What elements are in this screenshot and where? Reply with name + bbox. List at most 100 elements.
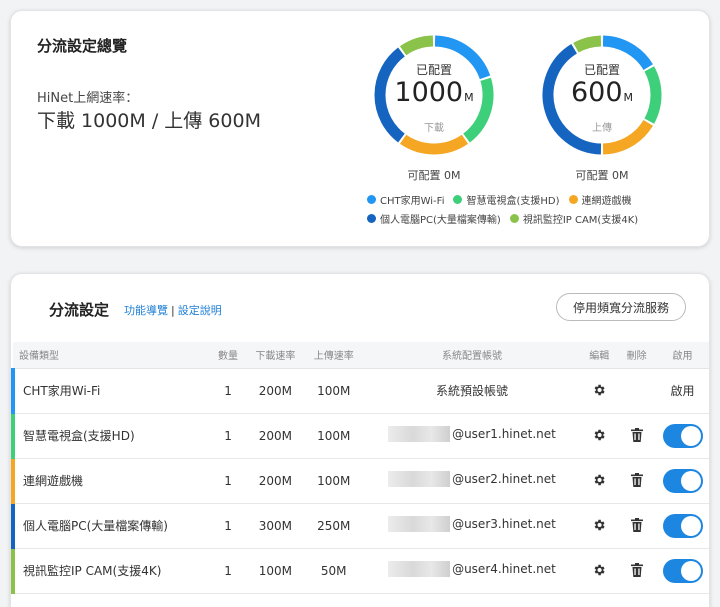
upload-allocated-value: 600M [542, 77, 662, 108]
account-domain: @user4.hinet.net [452, 562, 556, 576]
gear-icon[interactable] [590, 471, 608, 489]
settings-title: 分流設定 [49, 301, 110, 319]
legend-dot [568, 195, 578, 204]
device-type-cell: 智慧電視盒(支援HD) [11, 413, 209, 459]
trash-icon[interactable] [628, 471, 646, 489]
download-rate-cell: 300M [247, 503, 303, 549]
donut-slice [399, 35, 434, 56]
enable-cell [654, 458, 709, 504]
enable-toggle[interactable] [662, 423, 703, 448]
upload-allocated-label: 已配置 [583, 63, 620, 77]
enable-toggle[interactable] [662, 558, 703, 583]
gear-icon[interactable] [590, 426, 608, 444]
trash-icon[interactable] [628, 516, 646, 534]
delete-cell [619, 413, 655, 459]
table-row: 個人電腦PC(大量檔案傳輸) 1 300M 250M @user3.hinet.net [11, 503, 709, 549]
masked-username [388, 426, 451, 442]
edit-cell [579, 548, 620, 594]
delete-cell [619, 548, 655, 594]
quantity-cell: 1 [208, 413, 248, 459]
account-value: @user4.hinet.net [388, 561, 556, 577]
link-separator: | [171, 304, 175, 317]
enable-cell [654, 503, 709, 549]
masked-username [388, 561, 451, 577]
download-value-unit: M [464, 91, 474, 104]
account-cell: @user3.hinet.net [364, 503, 580, 549]
enable-cell: 啟用 [654, 368, 709, 414]
legend-dot [453, 195, 463, 204]
trash-icon[interactable] [628, 426, 646, 444]
overview-title: 分流設定總覽 [37, 37, 128, 55]
upload-rate-cell: 50M [302, 548, 365, 594]
account-domain: @user2.hinet.net [452, 472, 556, 486]
chart-legend: CHT家用Wi-Fi 智慧電視盒(支援HD) 連網遊戲機 個人電腦PC(大量檔案… [367, 192, 707, 230]
rate-label: HiNet上網速率： [37, 91, 139, 106]
settings-help-link[interactable]: 設定說明 [178, 304, 222, 317]
legend-dot [509, 214, 519, 223]
enable-toggle[interactable] [662, 468, 703, 493]
download-value-number: 1000 [394, 77, 464, 108]
download-available: 可配置 0M [407, 169, 461, 182]
upload-rate-cell: 100M [302, 458, 365, 504]
download-allocated-value: 1000M [374, 77, 494, 108]
legend-label: 連網遊戲機 [581, 196, 632, 207]
device-table: 設備類型 數量 下載速率 上傳速率 系統配置帳號 編輯 刪除 啟用 CHT家用W… [11, 342, 709, 594]
device-type-cell: 視訊監控IP CAM(支援4K) [11, 548, 209, 594]
account-value: 系統預設帳號 [435, 384, 508, 398]
rate-value: 下載 1000M / 上傳 600M [37, 110, 261, 132]
header-account: 系統配置帳號 [364, 342, 580, 369]
gear-icon[interactable] [590, 381, 608, 399]
quantity-cell: 1 [208, 368, 248, 414]
legend-dot [367, 214, 376, 223]
legend-label: 個人電腦PC(大量檔案傳輸) [380, 215, 501, 226]
edit-cell [579, 458, 620, 504]
header-quantity: 數量 [208, 342, 248, 369]
edit-cell [579, 503, 620, 549]
table-header-row: 設備類型 數量 下載速率 上傳速率 系統配置帳號 編輯 刪除 啟用 [13, 342, 709, 369]
feature-guide-link[interactable]: 功能導覽 [124, 304, 168, 317]
header-device-type: 設備類型 [13, 342, 209, 369]
quantity-cell: 1 [208, 458, 248, 504]
upload-rate-cell: 100M [302, 413, 365, 459]
settings-links: 功能導覽 | 設定說明 [124, 302, 222, 318]
enable-cell [654, 548, 709, 594]
stop-service-button[interactable]: 停用頻寬分流服務 [556, 293, 686, 321]
download-rate-cell: 100M [247, 548, 303, 594]
delete-cell [619, 503, 655, 549]
legend-dot [367, 195, 376, 204]
delete-cell [619, 458, 655, 504]
table-row: 視訊監控IP CAM(支援4K) 1 100M 50M @user4.hinet.net [11, 548, 709, 594]
trash-icon[interactable] [628, 561, 646, 579]
settings-card: 分流設定 功能導覽 | 設定說明 停用頻寬分流服務 設備類型 數量 下載速率 上傳速… [10, 273, 710, 607]
header-upload-rate: 上傳速率 [302, 342, 365, 369]
overview-card: 分流設定總覽 HiNet上網速率： 下載 1000M / 上傳 600M 已配置… [10, 10, 710, 247]
account-cell: 系統預設帳號 [364, 368, 580, 414]
download-rate-cell: 200M [247, 368, 303, 414]
enable-cell [654, 413, 709, 459]
table-row: 智慧電視盒(支援HD) 1 200M 100M @user1.hinet.net [11, 413, 709, 459]
edit-cell [579, 413, 620, 459]
legend-item: 連網遊戲機 [568, 192, 632, 207]
gear-icon[interactable] [590, 561, 608, 579]
upload-rate-cell: 250M [302, 503, 365, 549]
upload-value-unit: M [623, 91, 634, 104]
upload-rate-cell: 100M [302, 368, 365, 414]
device-type-cell: 個人電腦PC(大量檔案傳輸) [11, 503, 209, 549]
account-cell: @user1.hinet.net [364, 413, 580, 459]
delete-cell [619, 368, 655, 414]
header-download-rate: 下載速率 [247, 342, 303, 369]
download-rate-cell: 200M [247, 458, 303, 504]
upload-value-number: 600 [570, 77, 623, 108]
download-allocated-label: 已配置 [415, 63, 452, 77]
account-value: @user1.hinet.net [388, 426, 556, 442]
donut-slice [399, 134, 469, 155]
account-domain: @user3.hinet.net [452, 517, 556, 531]
header-edit: 編輯 [579, 342, 620, 369]
quantity-cell: 1 [208, 548, 248, 594]
gear-icon[interactable] [590, 516, 608, 534]
upload-donut-chart: 已配置 600M 上傳 [542, 35, 662, 155]
enabled-status: 啟用 [670, 384, 695, 398]
download-sub-label: 下載 [424, 123, 444, 134]
enable-toggle[interactable] [662, 513, 703, 538]
donut-slice [573, 35, 602, 53]
